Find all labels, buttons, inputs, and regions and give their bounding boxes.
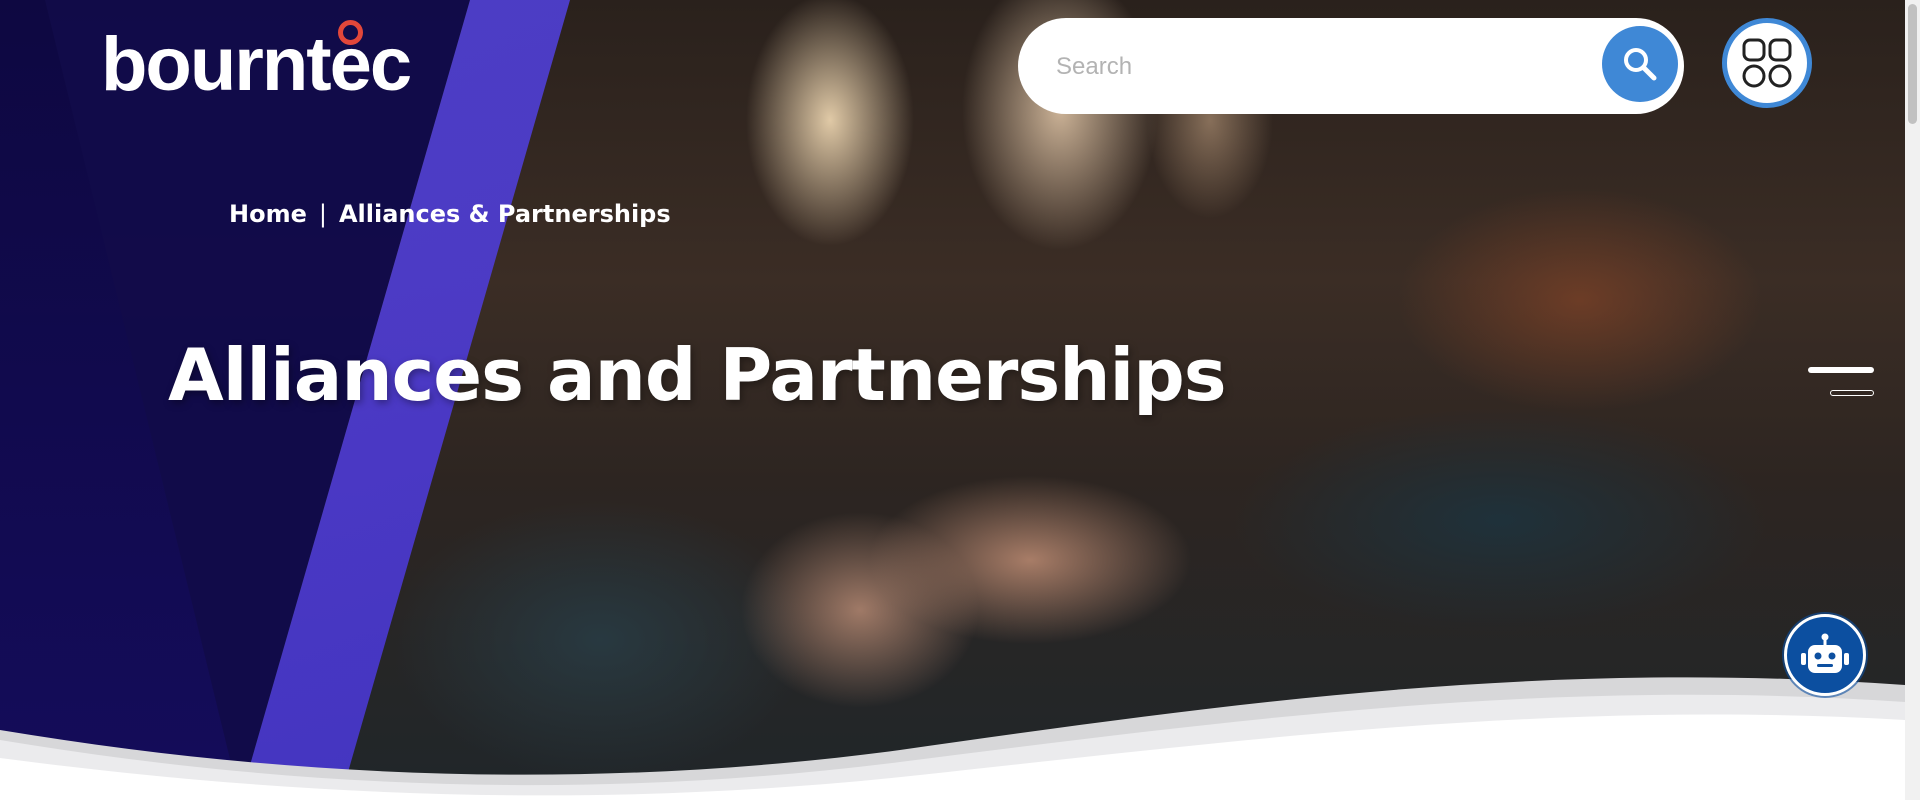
search-icon (1624, 48, 1657, 81)
breadcrumb-separator: | (318, 200, 327, 228)
logo[interactable]: bourntec (101, 20, 412, 110)
breadcrumb-current: Alliances & Partnerships (338, 200, 671, 228)
ring-icon (338, 20, 363, 45)
search-button[interactable] (1602, 26, 1678, 102)
apps-menu-button[interactable] (1722, 18, 1812, 108)
breadcrumb-home-link[interactable]: Home (229, 200, 307, 228)
chatbot-button[interactable] (1784, 614, 1866, 696)
slide-indicator[interactable] (1830, 390, 1874, 396)
scrollbar-thumb[interactable] (1908, 4, 1917, 124)
hero-bottom-wave (0, 677, 1905, 800)
page-title: Alliances and Partnerships (168, 333, 1227, 417)
search-bar (1018, 18, 1684, 114)
search-input[interactable] (1054, 42, 1578, 92)
apps-grid-icon (1742, 38, 1792, 88)
robot-icon (1801, 633, 1849, 673)
logo-text: bourntec (101, 22, 412, 107)
breadcrumb: Home | Alliances & Partnerships (229, 196, 671, 232)
slide-indicator-active[interactable] (1808, 367, 1874, 373)
page: bourntec Home | Alliances & Partnerships… (0, 0, 1920, 800)
